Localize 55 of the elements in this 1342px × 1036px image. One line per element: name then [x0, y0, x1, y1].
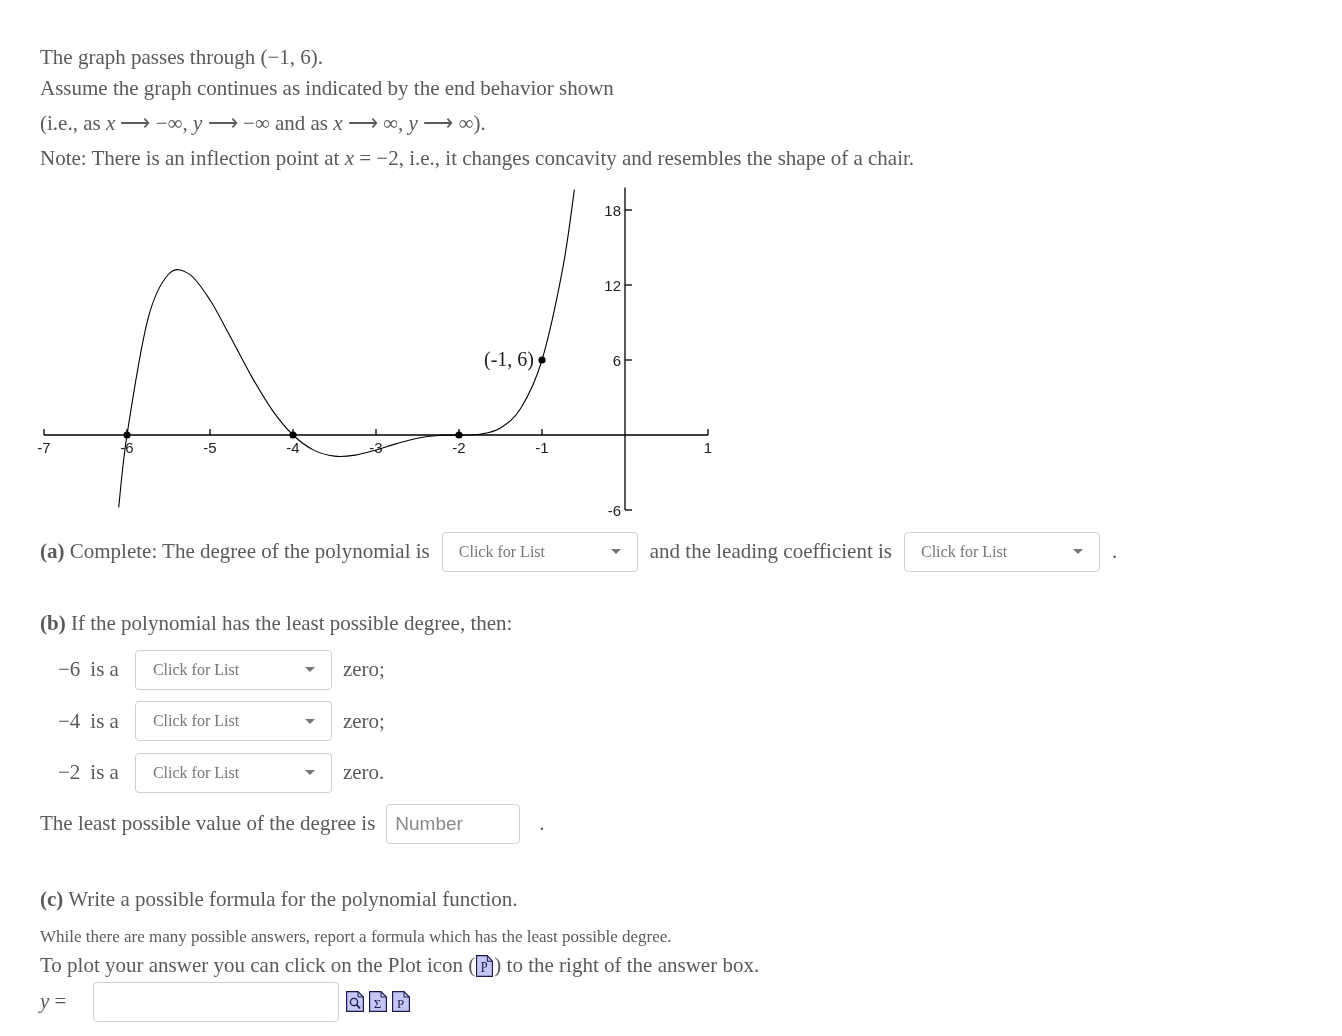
dropdown[interactable]: Click for List — [134, 752, 332, 793]
x-tick-label: 1 — [703, 438, 713, 456]
y-tick-label: -6 — [607, 501, 621, 518]
instruction-text: Note: There is an inflection point at x = −2, i.e., it changes concavity and resembles the shape of a chair. — [40, 145, 916, 172]
y-tick-label: 18 — [604, 201, 621, 218]
x-tick-label: -2 — [452, 438, 466, 456]
question-text: zero; — [342, 657, 385, 682]
instruction-text: The graph passes through (−1, 6). — [40, 44, 325, 71]
point-marker — [123, 430, 131, 439]
question-text: and the leading coefficient is — [649, 539, 892, 564]
question-text: zero. — [342, 760, 385, 785]
dropdown[interactable]: Click for List — [441, 531, 638, 572]
point-marker — [455, 430, 463, 439]
plot-icon[interactable]: P — [392, 991, 410, 1012]
question-text: (b) If the polynomial has the least possible degree, then: — [40, 610, 514, 637]
point-label: (-1, 6) — [484, 347, 534, 370]
x-tick-label: -5 — [203, 438, 217, 456]
point-marker — [538, 355, 546, 364]
x-tick-label: -7 — [37, 438, 51, 456]
question-text: is a — [90, 708, 119, 734]
number-input[interactable]: Number — [386, 803, 521, 844]
caret-icon — [1072, 549, 1083, 554]
x-tick-label: -1 — [535, 438, 549, 456]
x-tick-label: -4 — [286, 438, 300, 456]
dropdown[interactable]: Click for List — [134, 701, 332, 741]
question-text: is a — [90, 657, 119, 682]
answer-input[interactable] — [93, 981, 339, 1022]
instruction-text: ) to the right of the answer box. — [494, 952, 760, 979]
y-tick-label: 12 — [604, 276, 621, 293]
question-text: is a — [90, 760, 119, 785]
caret-icon — [304, 667, 315, 672]
question-text: The least possible value of the degree is — [40, 811, 376, 836]
sigma-icon[interactable]: Σ — [369, 991, 387, 1012]
zero-value: −2 — [58, 760, 81, 785]
magnifier-icon[interactable] — [346, 991, 364, 1012]
question-text: . — [539, 811, 545, 836]
instruction-text: To plot your answer you can click on the Plot icon ( — [40, 952, 476, 979]
plot-icon[interactable]: P — [476, 954, 494, 977]
question-text: zero; — [342, 708, 385, 734]
question-text: (c) Write a possible formula for the polynomial function. — [40, 886, 519, 913]
question-text: . — [1111, 539, 1118, 564]
instruction-text: Assume the graph continues as indicated by the end behavior shown — [40, 75, 615, 102]
question-text: (a) Complete: The degree of the polynomial is — [40, 539, 430, 564]
zero-value: −6 — [58, 657, 81, 682]
answer-label: y = — [40, 989, 68, 1014]
y-tick-label: 6 — [612, 351, 621, 368]
point-marker — [289, 430, 297, 439]
caret-icon — [304, 770, 315, 775]
hint-text: While there are many possible answers, report a formula which has the least possible degree. — [40, 925, 673, 948]
caret-icon — [304, 718, 315, 724]
dropdown[interactable]: Click for List — [134, 649, 332, 690]
instruction-text: (i.e., as x ⟶ −∞, y ⟶ −∞ and as x ⟶ ∞, y ⟶ ∞). — [40, 110, 487, 137]
dropdown[interactable]: Click for List — [903, 531, 1100, 572]
zero-value: −4 — [58, 708, 81, 734]
caret-icon — [610, 549, 621, 554]
